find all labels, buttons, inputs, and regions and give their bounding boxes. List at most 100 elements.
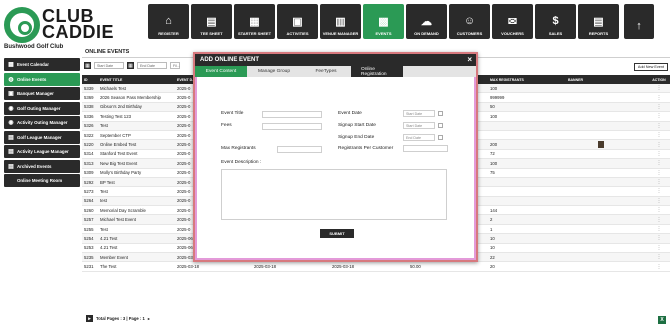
event-description-textarea[interactable] — [221, 169, 447, 220]
next-page-arrow-icon[interactable]: ▸ — [148, 316, 150, 321]
nav-activities[interactable]: ▣ ACTIVITIES — [277, 4, 318, 39]
golf-outing-icon: ◉ — [8, 105, 14, 112]
sidebar-item-banquet-manager[interactable]: ▣ Banquet Manager — [4, 87, 80, 100]
row-actions-menu-icon[interactable]: ⋮ — [648, 132, 670, 138]
col-title[interactable]: EVENT TITLE — [97, 78, 175, 82]
banner-thumbnail-icon — [598, 140, 604, 148]
fees-input[interactable] — [262, 123, 322, 130]
col-banner: BANNER — [568, 77, 583, 82]
row-actions-menu-icon[interactable]: ⋮ — [648, 226, 670, 232]
row-actions-menu-icon[interactable]: ⋮ — [648, 142, 670, 148]
sidebar-item-label: Banquet Manager — [17, 91, 54, 96]
calendar-icon[interactable]: ▦ — [84, 62, 91, 69]
export-excel-icon[interactable]: X — [658, 316, 666, 324]
registrants-per-customer-input[interactable] — [403, 145, 448, 152]
sidebar-item-online-events[interactable]: ◍ Online Events — [4, 72, 80, 86]
event-title-input[interactable] — [262, 111, 322, 118]
cell-title: Michael Test Event — [100, 217, 136, 223]
tab-online-registration[interactable]: Online Registration — [351, 66, 403, 77]
row-actions-menu-icon[interactable]: ⋮ — [648, 95, 670, 101]
nav-customers[interactable]: ☺ CUSTOMERS — [449, 4, 490, 39]
sidebar: ▦ Event Calendar ◍ Online Events ▣ Banquet Ma… — [0, 55, 80, 327]
nav-events[interactable]: ▩ EVENTS — [363, 4, 404, 39]
nav-vouchers[interactable]: ✉ VOUCHERS — [492, 4, 533, 39]
event-date-input[interactable]: Start Date — [403, 110, 435, 117]
register-icon: ⌂ — [165, 15, 172, 27]
cell-title: Gibson's 2nd Birthday — [100, 104, 142, 110]
nav-sales[interactable]: $ SALES — [535, 4, 576, 39]
signup-start-input[interactable]: Start Date — [403, 122, 435, 129]
row-actions-menu-icon[interactable]: ⋮ — [648, 245, 670, 251]
cell-id: 5220 — [84, 142, 94, 148]
start-date-input[interactable]: Start Date — [94, 62, 124, 69]
cell-title: 4.21 Test — [100, 245, 118, 251]
row-actions-menu-icon[interactable]: ⋮ — [648, 104, 670, 110]
col-id[interactable]: ID — [82, 78, 97, 82]
sidebar-item-golf-league-manager[interactable]: ▤ Golf League Manager — [4, 130, 80, 144]
row-actions-menu-icon[interactable]: ⋮ — [648, 217, 670, 223]
fees-label: Fees — [221, 123, 232, 128]
sidebar-item-archived-events[interactable]: ▤ Archived Events — [4, 159, 80, 173]
scroll-up-button[interactable]: ↑ — [624, 4, 654, 39]
row-actions-menu-icon[interactable]: ⋮ — [648, 123, 670, 129]
row-actions-menu-icon[interactable]: ⋮ — [648, 188, 670, 194]
nav-on-demand[interactable]: ☁ ON DEMAND — [406, 4, 447, 39]
calendar-icon[interactable] — [438, 135, 443, 140]
nav-venue-manager[interactable]: ▥ VENUE MANAGER — [320, 4, 361, 39]
row-actions-menu-icon[interactable]: ⋮ — [648, 170, 670, 176]
nav-label: REGISTER — [158, 31, 179, 36]
cell-title: Online Embed Test — [100, 142, 137, 148]
close-icon[interactable]: × — [467, 55, 472, 64]
tab-manage-group[interactable]: Manage Group — [247, 66, 301, 77]
cell-id: 5253 — [84, 245, 94, 251]
cell-id: 5231 — [84, 264, 94, 270]
submit-button[interactable]: SUBMIT — [320, 229, 354, 238]
row-actions-menu-icon[interactable]: ⋮ — [648, 198, 670, 204]
sidebar-item-online-meeting-room[interactable]: Online Meeting Room — [4, 174, 80, 187]
row-actions-menu-icon[interactable]: ⋮ — [648, 151, 670, 157]
cell-id: 5314 — [84, 151, 94, 157]
next-page-button[interactable]: ▸ — [86, 315, 93, 322]
cell-max: 22 — [490, 254, 495, 260]
calendar-icon[interactable] — [438, 123, 443, 128]
cell-title: New Big Test Event — [100, 160, 138, 166]
calendar-icon[interactable]: ▦ — [127, 62, 134, 69]
cell-id: 5292 — [84, 179, 94, 185]
sidebar-item-golf-outing-manager[interactable]: ◉ Golf Outing Manager — [4, 101, 80, 115]
sidebar-item-label: Golf Outing Manager — [17, 105, 61, 111]
row-actions-menu-icon[interactable]: ⋮ — [648, 235, 670, 241]
event-title-label: Event Title — [221, 111, 244, 116]
top-navigation: ⌂ REGISTER ▤ TEE SHEET ▦ STARTER SHEET ▣ ACTIVI… — [148, 4, 654, 39]
row-actions-menu-icon[interactable]: ⋮ — [648, 85, 670, 91]
row-actions-menu-icon[interactable]: ⋮ — [648, 254, 670, 260]
nav-starter-sheet[interactable]: ▦ STARTER SHEET — [234, 4, 275, 39]
nav-label: ON DEMAND — [414, 31, 439, 36]
col-max-registrants[interactable]: MAX REGISTRANTS — [490, 78, 568, 82]
row-actions-menu-icon[interactable]: ⋮ — [648, 113, 670, 119]
nav-tee-sheet[interactable]: ▤ TEE SHEET — [191, 4, 232, 39]
table-row[interactable]: 5231 The Test 2025-03-18 2025-03-18 2025-03-… — [82, 262, 670, 272]
signup-end-input[interactable]: End Date — [403, 134, 435, 141]
end-date-input[interactable]: End Date — [137, 62, 167, 69]
nav-label: ACTIVITIES — [286, 31, 309, 36]
calendar-icon: ▦ — [8, 62, 14, 68]
sidebar-item-label: Archived Events — [17, 163, 52, 169]
nav-label: CUSTOMERS — [456, 31, 483, 36]
row-actions-menu-icon[interactable]: ⋮ — [648, 264, 670, 270]
tab-event-content[interactable]: Event Content — [195, 66, 247, 77]
nav-register[interactable]: ⌂ REGISTER — [148, 4, 189, 39]
tab-fee-types[interactable]: FeeTypes — [301, 66, 351, 77]
sidebar-item-label: Online Events — [17, 76, 47, 82]
arrow-up-icon: ↑ — [636, 20, 642, 32]
add-new-event-button[interactable]: Add New Event — [634, 63, 668, 71]
row-actions-menu-icon[interactable]: ⋮ — [648, 179, 670, 185]
row-actions-menu-icon[interactable]: ⋮ — [648, 160, 670, 166]
sidebar-item-activity-outing-manager[interactable]: ◉ Activity Outing Manager — [4, 116, 80, 129]
row-actions-menu-icon[interactable]: ⋮ — [648, 207, 670, 213]
nav-reports[interactable]: ▤ REPORTS — [578, 4, 619, 39]
sidebar-item-activity-league-manager[interactable]: ▤ Activity League Manager — [4, 145, 80, 158]
calendar-icon[interactable] — [438, 111, 443, 116]
max-registrants-input[interactable] — [277, 146, 322, 153]
sidebar-item-event-calendar[interactable]: ▦ Event Calendar — [4, 58, 80, 71]
filter-input[interactable]: Fil... — [170, 62, 180, 69]
